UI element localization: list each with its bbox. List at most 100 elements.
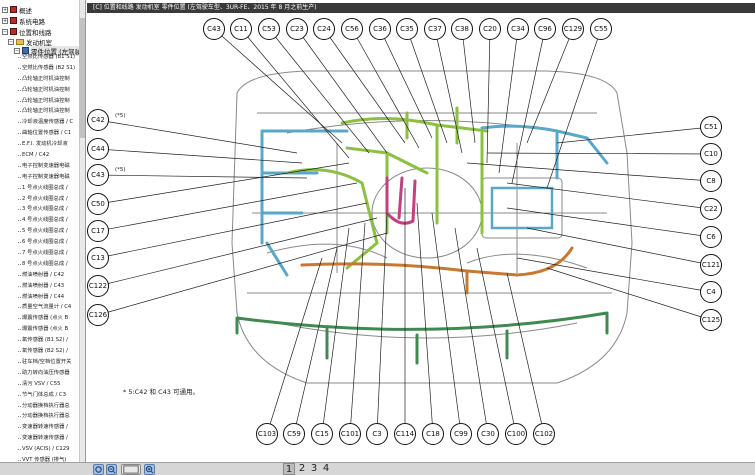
tree-item[interactable]: 分动器换档执行器总: [0, 411, 80, 422]
tree-item[interactable]: 8 号点火线圈总成 /: [0, 259, 80, 270]
connector-callout[interactable]: C13: [87, 247, 109, 269]
tree-item[interactable]: 助力转向油压传感器: [0, 368, 80, 379]
connector-callout[interactable]: C4: [700, 281, 722, 303]
tree-node-system-circuit[interactable]: + 系统电路: [2, 16, 45, 26]
callout-label: C44: [91, 145, 105, 153]
connector-callout[interactable]: C125: [700, 309, 722, 331]
connector-callout[interactable]: C55: [590, 18, 612, 40]
tree-item[interactable]: 5 号点火线圈总成 /: [0, 226, 80, 237]
page-button-2[interactable]: 2: [296, 463, 308, 475]
tree-item[interactable]: 氧传感器 (B1 S2) /: [0, 335, 80, 346]
connector-callout[interactable]: C37: [424, 18, 446, 40]
connector-callout[interactable]: C24: [313, 18, 335, 40]
connector-callout[interactable]: C23: [286, 18, 308, 40]
connector-callout[interactable]: C100: [505, 423, 527, 445]
tree-item[interactable]: VSV (ACIS) / C129: [0, 444, 80, 455]
tree-item[interactable]: 空燃比传感器 (B2 S1): [0, 63, 80, 74]
tree-item[interactable]: 电子控制变速器电磁: [0, 161, 80, 172]
tree-item[interactable]: 7 号点火线圈总成 /: [0, 248, 80, 259]
connector-callout[interactable]: C36: [369, 18, 391, 40]
connector-callout[interactable]: C126: [87, 304, 109, 326]
tree-item[interactable]: 爆震传感器 (点火 B: [0, 324, 80, 335]
page-button-4[interactable]: 4: [320, 463, 332, 475]
tree-item[interactable]: 空燃比传感器 (B1 S1): [0, 52, 80, 63]
tree-item[interactable]: 凸轮轴正时机油控制: [0, 106, 80, 117]
tree-item[interactable]: 6 号点火线圈总成 /: [0, 237, 80, 248]
tree-item[interactable]: 1 号点火线圈总成 /: [0, 183, 80, 194]
tree-item[interactable]: 清污 VSV / C55: [0, 379, 80, 390]
zoom-in-button[interactable]: [144, 464, 155, 475]
expand-icon[interactable]: +: [2, 17, 8, 24]
tree-item[interactable]: 曲轴位置传感器 / C1: [0, 128, 80, 139]
connector-callout[interactable]: C122: [87, 275, 109, 297]
tree-item[interactable]: 节气门体总成 / C3: [0, 390, 80, 401]
connector-callout[interactable]: C34: [507, 18, 529, 40]
connector-callout[interactable]: C11: [230, 18, 252, 40]
tree-item[interactable]: 凸轮轴正时机油控制: [0, 96, 80, 107]
tree-item[interactable]: 燃油喷射器 / C43: [0, 281, 80, 292]
connector-callout[interactable]: C43: [87, 164, 109, 186]
tree-item[interactable]: 3 号点火线圈总成 /: [0, 204, 80, 215]
connector-callout[interactable]: C59: [283, 423, 305, 445]
connector-callout[interactable]: C103: [256, 423, 278, 445]
tree-item[interactable]: 2 号点火线圈总成 /: [0, 194, 80, 205]
collapse-icon[interactable]: −: [2, 28, 8, 35]
tree-item[interactable]: 氧传感器 (B2 S2) /: [0, 346, 80, 357]
refresh-button[interactable]: [93, 464, 104, 475]
connector-callout[interactable]: C50: [87, 193, 109, 215]
collapse-icon[interactable]: −: [8, 38, 14, 45]
tree-item[interactable]: 爆震传感器 (点火 B: [0, 313, 80, 324]
tree-item[interactable]: 分动器换档执行器总: [0, 401, 80, 412]
connector-callout[interactable]: C96: [534, 18, 556, 40]
connector-callout[interactable]: C121: [700, 254, 722, 276]
connector-callout[interactable]: C38: [451, 18, 473, 40]
connector-callout[interactable]: C18: [422, 423, 444, 445]
tree-item[interactable]: 变速器转速传感器 /: [0, 433, 80, 444]
connector-callout[interactable]: C6: [700, 226, 722, 248]
tree-node-overview[interactable]: + 概述: [2, 5, 32, 15]
connector-callout[interactable]: C114: [394, 423, 416, 445]
tree-node-location-routing[interactable]: − 位置和线路: [2, 27, 52, 37]
page-button-1[interactable]: 1: [283, 463, 295, 475]
tree-item[interactable]: 驻车档/空档位置开关: [0, 357, 80, 368]
connector-callout[interactable]: C53: [258, 18, 280, 40]
connector-callout[interactable]: C3: [366, 423, 388, 445]
connector-callout[interactable]: C20: [479, 18, 501, 40]
sidebar-scrollbar[interactable]: [79, 0, 85, 462]
tree-item[interactable]: 电子控制变速器电磁: [0, 172, 80, 183]
connector-callout[interactable]: C101: [339, 423, 361, 445]
tree-item[interactable]: 燃油喷射器 / C42: [0, 270, 80, 281]
connector-callout[interactable]: C35: [396, 18, 418, 40]
tree-item[interactable]: 4 号点火线圈总成 /: [0, 215, 80, 226]
connector-callout[interactable]: C42: [87, 109, 109, 131]
scrollbar-thumb[interactable]: [79, 18, 85, 138]
tree-item[interactable]: 凸轮轴正时机油控制: [0, 74, 80, 85]
connector-callout[interactable]: C56: [341, 18, 363, 40]
callout-label: C36: [373, 25, 387, 33]
connector-callout[interactable]: C10: [700, 143, 722, 165]
connector-callout[interactable]: C8: [700, 170, 722, 192]
connector-callout[interactable]: C102: [533, 423, 555, 445]
connector-callout[interactable]: C22: [700, 198, 722, 220]
connector-callout[interactable]: C44: [87, 138, 109, 160]
tree-item[interactable]: VVT 传感器 (排气): [0, 455, 80, 462]
diagram-title-bar: [C] 位置和线路 发动机室 零件位置 (左驾驶车型、3UR-FE、2015 年…: [87, 3, 755, 13]
expand-icon[interactable]: +: [2, 6, 8, 13]
tree-item[interactable]: 变速器转速传感器 /: [0, 422, 80, 433]
page-button-3[interactable]: 3: [308, 463, 320, 475]
connector-callout[interactable]: C15: [311, 423, 333, 445]
fit-page-button[interactable]: [121, 464, 141, 475]
tree-item[interactable]: 质量空气流量计 / C4: [0, 302, 80, 313]
connector-callout[interactable]: C51: [700, 116, 722, 138]
connector-callout[interactable]: C30: [477, 423, 499, 445]
connector-callout[interactable]: C43: [203, 18, 225, 40]
connector-callout[interactable]: C99: [450, 423, 472, 445]
tree-item[interactable]: 燃油喷射器 / C44: [0, 292, 80, 303]
zoom-out-button[interactable]: [106, 464, 117, 475]
tree-item[interactable]: ECM / C42: [0, 150, 80, 161]
tree-item[interactable]: E.F.I. 发动机冷却液: [0, 139, 80, 150]
tree-item[interactable]: 冷却液温度传感器 / C: [0, 117, 80, 128]
connector-callout[interactable]: C129: [562, 18, 584, 40]
tree-item[interactable]: 凸轮轴正时机油控制: [0, 85, 80, 96]
connector-callout[interactable]: C17: [87, 220, 109, 242]
